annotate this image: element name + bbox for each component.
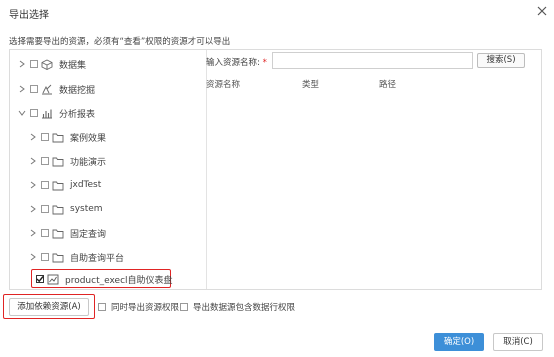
tree-item-dataset[interactable]: 数据集 — [17, 56, 86, 72]
tree-item-feature-demo[interactable]: 功能演示 — [28, 153, 106, 169]
tree-item-label: 数据挖掘 — [59, 85, 96, 96]
tree-checkbox[interactable] — [30, 109, 38, 117]
option-export-permissions[interactable]: 同时导出资源权限 — [98, 301, 179, 313]
tree-item-label: 案例效果 — [70, 133, 107, 144]
search-label-text: 输入资源名称: — [206, 58, 260, 68]
tree-checkbox[interactable] — [30, 60, 38, 68]
tree-item-analysis-reports[interactable]: 分析报表 — [17, 105, 95, 121]
folder-icon — [52, 253, 64, 262]
chevron-right-icon[interactable] — [28, 156, 38, 166]
add-dependency-button[interactable]: 添加依赖资源(A) — [9, 298, 89, 316]
tree-item-system[interactable]: system — [28, 201, 103, 217]
chevron-down-icon[interactable] — [17, 108, 27, 118]
dialog-title: 导出选择 — [9, 10, 49, 21]
bar-chart-icon — [42, 109, 52, 119]
option-export-row-permissions[interactable]: 导出数据源包含数据行权限 — [180, 301, 295, 313]
tree-item-fixed-query[interactable]: 固定查询 — [28, 225, 106, 241]
column-header-path: 路径 — [379, 80, 397, 90]
chevron-right-icon[interactable] — [17, 84, 27, 94]
folder-icon — [52, 229, 64, 238]
chevron-right-icon[interactable] — [28, 228, 38, 238]
tree-item-label: product_execl自助仪表盘 — [65, 275, 173, 286]
checkmark-icon — [36, 276, 44, 283]
chevron-right-icon[interactable] — [28, 132, 38, 142]
export-permissions-label: 同时导出资源权限 — [111, 303, 180, 313]
column-header-name: 资源名称 — [206, 80, 241, 90]
dashboard-icon — [47, 274, 59, 284]
tree-checkbox[interactable] — [41, 181, 49, 189]
chevron-right-icon[interactable] — [28, 180, 38, 190]
export-row-permissions-label: 导出数据源包含数据行权限 — [193, 303, 296, 313]
instruction-text: 选择需要导出的资源，必须有“查看”权限的资源才可以导出 — [9, 37, 231, 47]
tree-checkbox[interactable] — [41, 253, 49, 261]
dialog-title-bar: 导出选择 — [0, 0, 554, 26]
tree-item-jxdtest[interactable]: jxdTest — [28, 177, 101, 193]
folder-icon — [52, 181, 64, 190]
search-button[interactable]: 搜索(S) — [477, 53, 525, 68]
tree-item-label: system — [70, 204, 103, 214]
tree-checkbox[interactable] — [41, 157, 49, 165]
tree-checkbox[interactable] — [30, 85, 38, 93]
folder-icon — [52, 205, 64, 214]
close-icon[interactable] — [536, 5, 548, 17]
chevron-right-icon[interactable] — [28, 252, 38, 262]
tree-item-label: 固定查询 — [70, 229, 107, 240]
tree-checkbox[interactable] — [41, 205, 49, 213]
mining-icon — [42, 84, 52, 94]
folder-icon — [52, 133, 64, 142]
tree-item-label: 数据集 — [59, 60, 87, 71]
tree-item-self-service-query[interactable]: 自助查询平台 — [28, 249, 124, 265]
tree-item-product-dashboard[interactable]: product_execl自助仪表盘 — [36, 271, 173, 287]
column-header-type: 类型 — [302, 80, 320, 90]
tree-checkbox-checked[interactable] — [36, 275, 44, 283]
tree-checkbox[interactable] — [41, 133, 49, 141]
export-row-permissions-checkbox[interactable] — [180, 303, 188, 311]
chevron-right-icon[interactable] — [28, 204, 38, 214]
tree-item-label: jxdTest — [70, 180, 102, 190]
export-permissions-checkbox[interactable] — [98, 303, 106, 311]
folder-icon — [52, 157, 64, 166]
tree-checkbox[interactable] — [41, 229, 49, 237]
cancel-button[interactable]: 取消(C) — [493, 333, 543, 351]
tree-item-label: 功能演示 — [70, 157, 107, 168]
tree-item-case-effects[interactable]: 案例效果 — [28, 129, 106, 145]
chevron-right-icon[interactable] — [17, 59, 27, 69]
search-label: 输入资源名称: * — [206, 56, 267, 68]
tree-item-data-mining[interactable]: 数据挖掘 — [17, 81, 95, 97]
required-mark: * — [262, 58, 267, 68]
cube-icon — [41, 58, 53, 70]
ok-button[interactable]: 确定(O) — [434, 333, 484, 351]
search-input[interactable] — [272, 52, 473, 69]
tree-item-label: 分析报表 — [59, 109, 96, 120]
tree-item-label: 自助查询平台 — [70, 253, 125, 264]
